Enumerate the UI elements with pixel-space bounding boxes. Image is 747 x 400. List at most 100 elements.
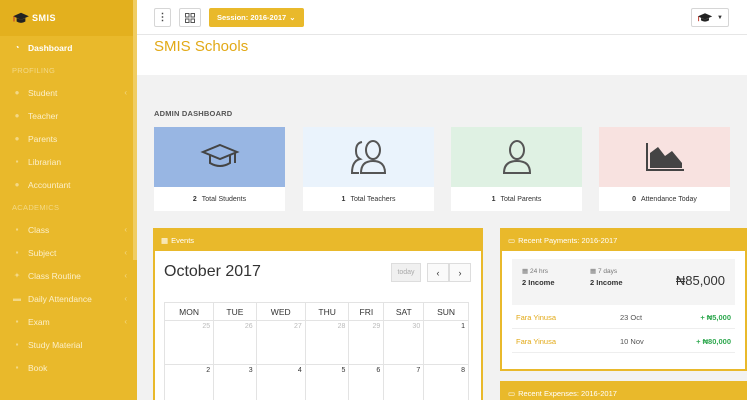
stat-card-students[interactable]: 2 Total Students (154, 127, 285, 211)
dashboard-label: ADMIN DASHBOARD (154, 109, 233, 118)
stat-value: 1 (341, 195, 346, 203)
calendar-day[interactable]: 2 (163, 364, 215, 400)
today-button[interactable]: today (391, 263, 421, 282)
stat-value: 1 (491, 195, 496, 203)
sidebar-item-teacher[interactable]: ● Teacher (0, 104, 137, 127)
stat-card-students-top (154, 127, 285, 187)
sidebar: SMIS ◔ Dashboard PROFILING ● Student ‹ ●… (0, 0, 137, 400)
stat-card-attendance-top (599, 127, 730, 187)
stat-card-students-footer: 2 Total Students (154, 187, 285, 211)
subject-icon: ▪ (15, 248, 19, 257)
sidebar-item-study-material[interactable]: ▪ Study Material (0, 333, 137, 356)
sidebar-item-label: Class (28, 224, 50, 235)
class-icon: ▪ (15, 225, 19, 234)
sidebar-section-profiling: PROFILING (12, 65, 56, 75)
sidebar-section-academics: ACADEMICS (12, 202, 60, 212)
calendar-icon: ▦ (590, 268, 597, 275)
sidebar-item-student[interactable]: ● Student ‹ (0, 81, 137, 104)
payer-name[interactable]: Fara Yinusa (516, 337, 556, 346)
next-month-button[interactable]: › (449, 263, 471, 282)
sidebar-item-label: Exam (28, 316, 50, 327)
sidebar-item-class-routine[interactable]: ✦ Class Routine ‹ (0, 264, 137, 287)
sidebar-item-accountant[interactable]: ● Accountant (0, 173, 137, 196)
sidebar-item-book[interactable]: ▪ Book (0, 356, 137, 379)
study-material-icon: ▪ (15, 340, 19, 349)
calendar-icon: ▦ (522, 268, 529, 275)
calendar-day[interactable]: 8 (423, 364, 469, 400)
user-avatar-icon (697, 12, 713, 22)
payer-name[interactable]: Fara Yinusa (516, 313, 556, 322)
sidebar-item-librarian[interactable]: ▪ Librarian (0, 150, 137, 173)
logo[interactable]: SMIS (0, 0, 137, 36)
events-title: Events (171, 236, 195, 245)
calendar-day[interactable]: 28 (304, 320, 350, 365)
stat-label: Total Parents (500, 195, 542, 203)
chevron-down-icon: ⌄ (289, 13, 296, 22)
calendar-day[interactable]: 1 (423, 320, 469, 365)
calendar-day[interactable]: 29 (348, 320, 385, 365)
calendar-day[interactable]: 4 (255, 364, 306, 400)
sidebar-item-label: Teacher (28, 110, 59, 121)
sidebar-item-dashboard[interactable]: ◔ Dashboard (0, 36, 137, 59)
page-header: SMIS Schools (137, 35, 747, 75)
calendar-week-row: 25 26 27 28 29 30 1 (163, 320, 469, 365)
more-options-button[interactable]: ⋮ (154, 8, 171, 27)
payment-row[interactable]: Fara Yinusa 10 Nov + ₦80,000 (512, 329, 735, 353)
sidebar-item-label: Librarian (28, 156, 62, 167)
recent-expenses-header: ▭ Recent Expenses: 2016-2017 (502, 383, 745, 400)
sidebar-item-label: Dashboard (28, 42, 73, 53)
sidebar-item-daily-attendance[interactable]: ▬ Daily Attendance ‹ (0, 287, 137, 310)
stat-label: Attendance Today (640, 195, 697, 203)
stat-card-attendance[interactable]: 0 Attendance Today (599, 127, 730, 211)
exam-icon: ▪ (15, 317, 19, 326)
kebab-icon: ⋮ (157, 12, 168, 23)
calendar-day[interactable]: 7 (383, 364, 425, 400)
sidebar-item-class[interactable]: ▪ Class ‹ (0, 218, 137, 241)
sidebar-item-label: Class Routine (28, 270, 81, 281)
weekday-header: SAT (383, 302, 425, 321)
weekday-header: FRI (348, 302, 385, 321)
routine-icon: ✦ (13, 271, 21, 280)
session-label: Session: 2016-2017 (217, 13, 287, 22)
session-dropdown[interactable]: Session: 2016-2017 ⌄ (209, 8, 304, 27)
calendar-day[interactable]: 30 (383, 320, 425, 365)
stat-label: Total Teachers (350, 195, 396, 203)
sidebar-item-label: Book (28, 362, 48, 373)
calendar-day[interactable]: 5 (304, 364, 350, 400)
sidebar-item-subject[interactable]: ▪ Subject ‹ (0, 241, 137, 264)
graduation-cap-icon (199, 143, 240, 167)
calendar-grid: MON TUE WED THU FRI SAT SUN 25 26 27 28 … (163, 302, 469, 400)
topbar: ⋮ Session: 2016-2017 ⌄ ▼ (137, 0, 747, 35)
events-panel-header: ▦ Events (155, 230, 481, 251)
librarian-icon: ▪ (15, 157, 19, 166)
grid-toggle-button[interactable] (179, 8, 201, 27)
sidebar-item-exam[interactable]: ▪ Exam ‹ (0, 310, 137, 333)
calendar-day[interactable]: 26 (213, 320, 257, 365)
chevron-left-icon: ‹ (124, 88, 127, 97)
calendar-day[interactable]: 25 (163, 320, 215, 365)
calendar-day[interactable]: 6 (348, 364, 385, 400)
weekday-header-row: MON TUE WED THU FRI SAT SUN (163, 302, 469, 321)
sidebar-item-label: Subject (28, 247, 57, 258)
prev-month-button[interactable]: ‹ (427, 263, 449, 282)
book-icon: ▪ (15, 363, 19, 372)
summary-period-value: 2 Income (590, 278, 623, 287)
caret-down-icon: ▼ (717, 14, 723, 21)
payment-row[interactable]: Fara Yinusa 23 Oct + ₦5,000 (512, 305, 735, 329)
stat-label: Total Students (201, 195, 247, 203)
grid-icon (185, 12, 195, 23)
stat-card-attendance-footer: 0 Attendance Today (599, 187, 730, 211)
calendar-day[interactable]: 3 (213, 364, 257, 400)
stat-card-parents[interactable]: 1 Total Parents (451, 127, 582, 211)
sidebar-item-label: Daily Attendance (28, 293, 92, 304)
weekday-header: WED (255, 302, 306, 321)
weekday-header: TUE (213, 302, 257, 321)
calendar-day[interactable]: 27 (255, 320, 306, 365)
chevron-left-icon: ‹ (124, 317, 127, 326)
sidebar-item-parents[interactable]: ● Parents (0, 127, 137, 150)
chevron-right-icon: › (458, 267, 462, 278)
stat-card-teachers[interactable]: 1 Total Teachers (303, 127, 434, 211)
recent-payments-title: Recent Payments: 2016-2017 (518, 236, 618, 245)
stat-card-teachers-top (303, 127, 434, 187)
user-menu-button[interactable]: ▼ (691, 8, 729, 27)
